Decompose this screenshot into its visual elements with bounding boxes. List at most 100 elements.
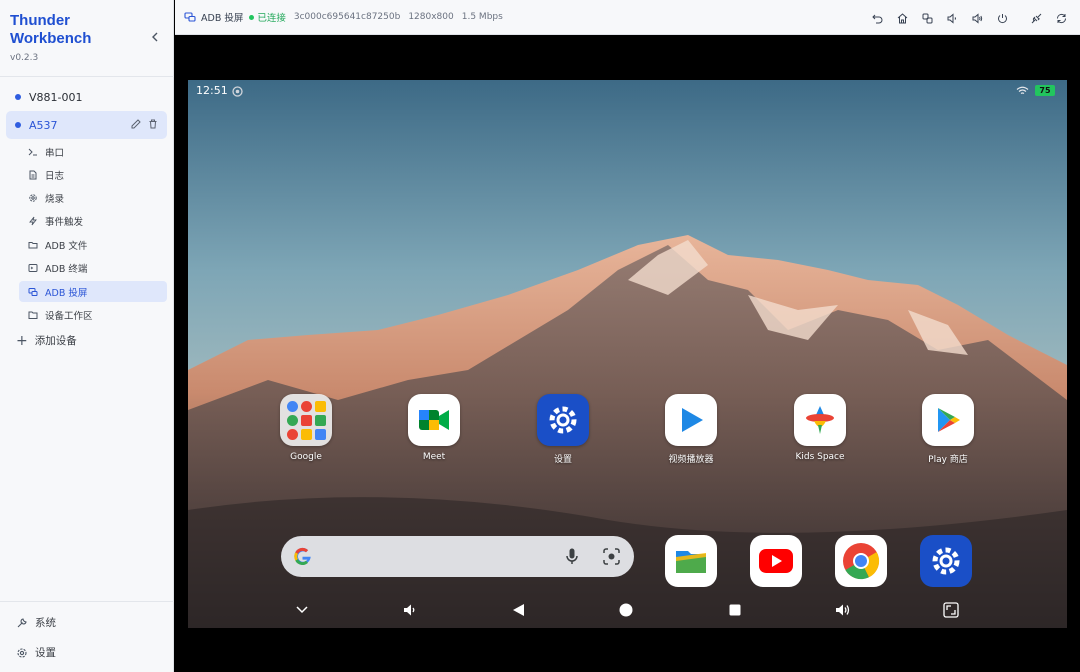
device-status-dot xyxy=(15,94,21,100)
recents-square-icon xyxy=(729,604,741,616)
google-g-icon xyxy=(294,547,311,566)
folder-icon xyxy=(28,310,38,320)
app-google-folder[interactable]: Google xyxy=(266,394,346,462)
app-play-store[interactable]: Play 商店 xyxy=(908,394,988,465)
brand: Thunder Workbench v0.2.3 xyxy=(10,12,91,63)
device-status-dot xyxy=(15,122,21,128)
home-icon xyxy=(897,12,907,23)
dock-youtube-app[interactable] xyxy=(750,535,802,587)
nav-back-button[interactable] xyxy=(508,600,528,620)
nav-volume-up-button[interactable] xyxy=(833,600,853,620)
subitem-label: 串口 xyxy=(45,147,65,159)
settings-gear-icon xyxy=(932,547,960,575)
app-label: 设置 xyxy=(553,455,572,465)
nav-fullscreen-button[interactable] xyxy=(941,600,961,620)
lens-camera-icon[interactable] xyxy=(603,548,620,565)
play-triangle-icon xyxy=(665,394,717,446)
edit-pencil-icon[interactable] xyxy=(131,119,141,129)
google-folder-icon xyxy=(280,394,332,446)
trash-icon[interactable] xyxy=(148,119,158,129)
dock-files-app[interactable] xyxy=(665,535,717,587)
subitem-label: ADB 终端 xyxy=(45,263,88,275)
settings-icon xyxy=(16,647,28,659)
device-screen[interactable]: 12:51 75 Google Meet 设置 视频播放器 Kids Space… xyxy=(188,80,1067,628)
nav-volume-down-button[interactable] xyxy=(400,600,420,620)
meet-icon xyxy=(408,394,460,446)
stream-resolution: 1280x800 xyxy=(408,12,454,22)
subitem-device-workspace[interactable]: 设备工作区 xyxy=(19,304,167,325)
back-button[interactable] xyxy=(870,11,884,25)
microphone-icon[interactable] xyxy=(566,548,578,565)
sync-indicator-icon xyxy=(232,86,243,97)
top-bar: ADB 投屏 已连接 3c000c695641c87250b 1280x800 … xyxy=(175,0,1080,35)
system-label: 系统 xyxy=(35,617,56,629)
cast-icon xyxy=(184,11,196,23)
app-video-player[interactable]: 视频播放器 xyxy=(651,394,731,465)
power-icon xyxy=(997,13,1007,23)
fullscreen-icon xyxy=(943,602,959,618)
unplug-icon xyxy=(1031,13,1041,23)
youtube-icon xyxy=(759,549,793,573)
nav-recents-button[interactable] xyxy=(725,600,745,620)
settings-button[interactable]: 设置 xyxy=(16,645,56,660)
brand-title-line2: Workbench xyxy=(10,30,92,47)
device-item-v881[interactable]: V881-001 xyxy=(6,83,167,111)
subitem-log[interactable]: 日志 xyxy=(19,164,167,185)
nav-collapse-button[interactable] xyxy=(292,600,312,620)
nav-home-button[interactable] xyxy=(616,600,636,620)
app-label: Meet xyxy=(422,452,446,462)
settings-label: 设置 xyxy=(35,647,56,659)
status-icons: 75 xyxy=(1016,85,1055,96)
app-label: Google xyxy=(290,452,322,462)
volume-up-button[interactable] xyxy=(970,11,984,25)
app-version: v0.2.3 xyxy=(10,53,39,63)
home-button[interactable] xyxy=(895,11,909,25)
subitem-label: ADB 投屏 xyxy=(45,287,88,299)
app-meet[interactable]: Meet xyxy=(394,394,474,462)
chevron-left-icon xyxy=(152,32,158,42)
sidebar-divider xyxy=(0,76,174,77)
dock-chrome-app[interactable] xyxy=(835,535,887,587)
disconnect-button[interactable] xyxy=(1029,11,1043,25)
app-label: Play 商店 xyxy=(928,455,968,465)
sidebar-bottom-divider xyxy=(0,601,174,602)
lightning-icon xyxy=(28,216,38,226)
subitem-label: ADB 文件 xyxy=(45,240,88,252)
subitem-adb-file[interactable]: ADB 文件 xyxy=(19,234,167,255)
system-button[interactable]: 系统 xyxy=(16,615,56,630)
kids-space-icon xyxy=(794,394,846,446)
subitem-adb-cast[interactable]: ADB 投屏 xyxy=(19,281,167,302)
subitem-label: 日志 xyxy=(45,170,65,182)
android-nav-bar xyxy=(188,592,1067,628)
subitem-adb-terminal[interactable]: ADB 终端 xyxy=(19,257,167,278)
volume-down-button[interactable] xyxy=(945,11,959,25)
folder-open-icon xyxy=(28,240,38,250)
app-kids-space[interactable]: Kids Space xyxy=(780,394,860,462)
dock-settings-app[interactable] xyxy=(920,535,972,587)
cast-icon xyxy=(28,287,38,297)
stream-bitrate: 1.5 Mbps xyxy=(461,12,503,22)
connection-status: 已连接 xyxy=(257,13,286,24)
google-search-bar[interactable] xyxy=(281,536,634,577)
wrench-icon xyxy=(16,617,28,629)
recent-apps-button[interactable] xyxy=(920,11,934,25)
home-circle-icon xyxy=(619,603,633,617)
device-item-a537[interactable]: A537 xyxy=(6,111,167,139)
subitem-event-trigger[interactable]: 事件触发 xyxy=(19,210,167,231)
add-device-button[interactable]: + 添加设备 xyxy=(16,333,77,348)
subitem-serial[interactable]: 串口 xyxy=(19,141,167,162)
connection-status-dot xyxy=(249,14,255,20)
undo-icon xyxy=(871,14,882,23)
app-label: Kids Space xyxy=(795,452,845,462)
collapse-sidebar-button[interactable] xyxy=(148,30,162,44)
app-settings[interactable]: 设置 xyxy=(523,394,603,465)
recent-apps-icon xyxy=(922,13,932,23)
sidebar: Thunder Workbench v0.2.3 V881-001 A537 串… xyxy=(0,0,174,672)
refresh-icon xyxy=(1056,13,1066,23)
plus-icon: + xyxy=(16,332,28,349)
device-serial: 3c000c695641c87250b xyxy=(293,12,401,22)
back-triangle-icon xyxy=(512,604,524,616)
subitem-flash[interactable]: 烧录 xyxy=(19,187,167,208)
power-button[interactable] xyxy=(995,11,1009,25)
refresh-button[interactable] xyxy=(1054,11,1068,25)
